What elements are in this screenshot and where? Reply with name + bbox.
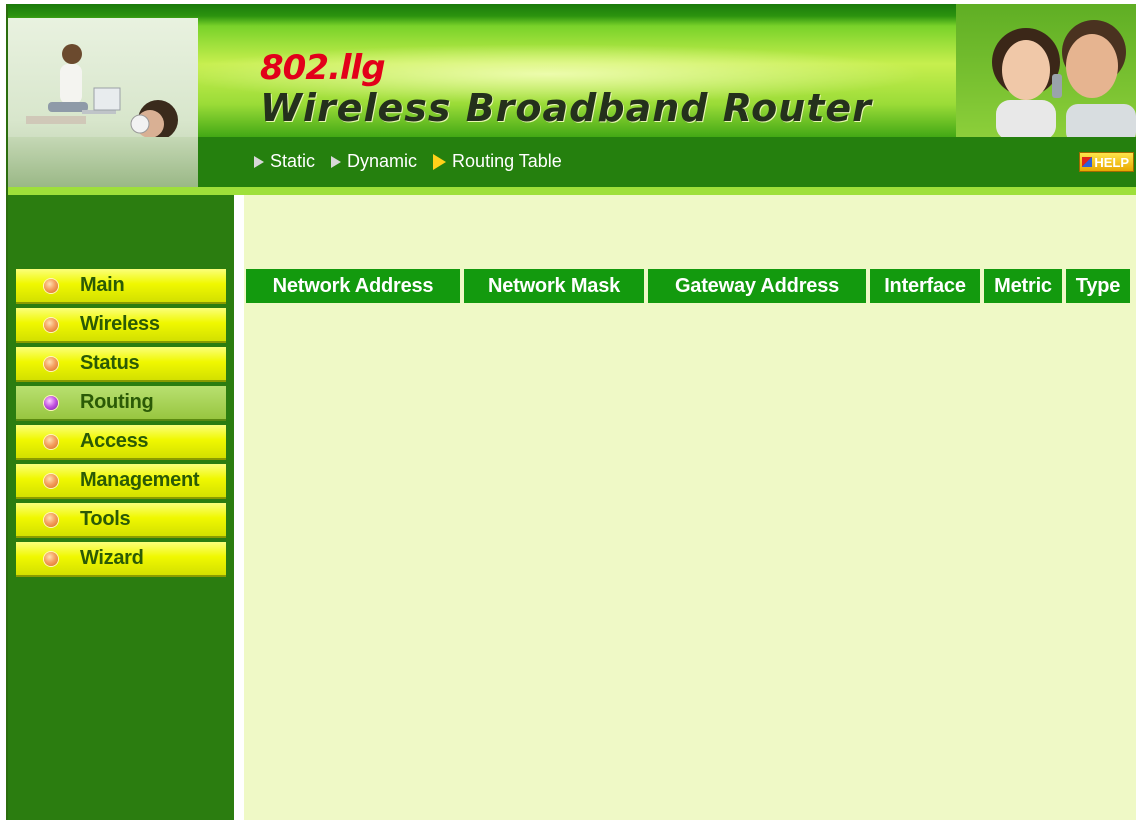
sidebar-item-label: Wizard	[80, 547, 144, 569]
sidebar-item-label: Routing	[80, 391, 154, 413]
bullet-icon	[44, 473, 58, 488]
bullet-icon	[44, 278, 58, 293]
bullet-icon	[44, 512, 58, 527]
subnav-item-label: Dynamic	[347, 151, 418, 171]
brand-title: Wireless Broadband Router	[260, 86, 872, 130]
help-label: HELP	[1094, 154, 1129, 170]
triangle-right-icon	[331, 155, 342, 168]
bullet-icon	[44, 356, 58, 371]
sidebar-menu: Main Wireless Status Routing Access Mana…	[16, 269, 226, 581]
sidebar-item-management[interactable]: Management	[16, 464, 226, 499]
sidebar-item-label: Access	[80, 430, 149, 452]
subnav-item-routing-table[interactable]: Routing Table	[433, 151, 562, 172]
sidebar-item-wireless[interactable]: Wireless	[16, 308, 226, 343]
column-header-interface: Interface	[870, 269, 980, 303]
banner-photo-left-lower	[8, 137, 198, 187]
sidebar-item-label: Tools	[80, 508, 131, 530]
header-bottom-strip	[8, 187, 1136, 195]
sidebar-item-main[interactable]: Main	[16, 269, 226, 304]
sub-nav-items: Static Dynamic Routing Table	[254, 151, 562, 172]
bullet-active-icon	[44, 395, 58, 410]
sidebar-item-status[interactable]: Status	[16, 347, 226, 382]
column-header-network-mask: Network Mask	[464, 269, 644, 303]
sidebar-item-label: Main	[80, 274, 125, 296]
column-header-metric: Metric	[984, 269, 1062, 303]
sidebar-item-routing[interactable]: Routing	[16, 386, 226, 421]
subnav-item-label: Static	[270, 151, 316, 171]
sub-navigation-bar: Static Dynamic Routing Table HELP	[8, 137, 1136, 187]
header-banner: 802.llg Wireless Broadband Router	[8, 4, 1136, 137]
help-icon	[1082, 157, 1093, 167]
column-header-network-address: Network Address	[246, 269, 460, 303]
triangle-right-active-icon	[433, 153, 447, 170]
main-content: Network Address Network Mask Gateway Add…	[244, 195, 1136, 820]
banner-photo-right	[956, 4, 1136, 137]
subnav-item-static[interactable]: Static	[254, 151, 315, 172]
column-header-type: Type	[1066, 269, 1130, 303]
sidebar-divider	[234, 195, 244, 820]
router-admin-page: 802.llg Wireless Broadband Router Static	[6, 4, 1136, 820]
sidebar-item-wizard[interactable]: Wizard	[16, 542, 226, 577]
subnav-item-dynamic[interactable]: Dynamic	[331, 151, 417, 172]
brand-model: 802.llg	[260, 48, 386, 88]
bullet-icon	[44, 317, 58, 332]
sidebar-item-label: Status	[80, 352, 140, 374]
sidebar: Main Wireless Status Routing Access Mana…	[8, 195, 234, 820]
triangle-right-icon	[254, 155, 264, 168]
subnav-item-label: Routing Table	[452, 151, 562, 171]
sidebar-item-tools[interactable]: Tools	[16, 503, 226, 538]
routing-table: Network Address Network Mask Gateway Add…	[246, 269, 1130, 303]
column-header-gateway-address: Gateway Address	[648, 269, 866, 303]
bullet-icon	[44, 434, 58, 449]
help-button[interactable]: HELP	[1079, 152, 1134, 172]
sidebar-item-label: Wireless	[80, 313, 160, 335]
banner-photo-left	[8, 18, 198, 137]
sidebar-item-label: Management	[80, 469, 200, 491]
bullet-icon	[44, 551, 58, 566]
sidebar-item-access[interactable]: Access	[16, 425, 226, 460]
